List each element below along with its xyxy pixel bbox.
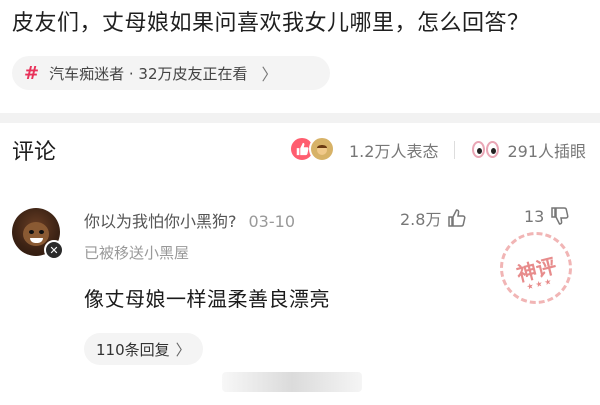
topic-label: 汽车痴迷者 · 32万皮友正在看: [49, 64, 248, 83]
thumbs-up-icon: [448, 209, 466, 227]
views-count: 291人插眼: [507, 142, 586, 161]
thumbs-down-icon: [551, 207, 569, 225]
chevron-right-icon: 〉: [261, 65, 278, 84]
comment-meta: 你以为我怕你小黑狗? 03-10: [84, 208, 295, 232]
section-divider: [0, 113, 600, 123]
comment-body: 像丈母娘一样温柔善良漂亮: [84, 287, 330, 311]
replies-button[interactable]: 110条回复 〉: [84, 333, 203, 365]
hashtag-icon: #: [24, 62, 40, 84]
blurred-watermark: [222, 372, 362, 392]
topic-chip[interactable]: # 汽车痴迷者 · 32万皮友正在看 〉: [12, 56, 330, 90]
replies-count: 110条回复: [96, 340, 170, 359]
separator: [454, 141, 456, 159]
banned-badge-icon: ✕: [44, 240, 64, 260]
like-count: 2.8万: [400, 210, 442, 229]
comments-title: 评论: [12, 140, 57, 165]
like-button[interactable]: 2.8万: [400, 206, 467, 230]
reaction-icons[interactable]: [289, 136, 343, 164]
dislike-count: 13: [524, 206, 545, 226]
top-comment-stamp: 神评 ★★★: [492, 224, 580, 312]
comment-reply-to: 你以为我怕你小黑狗?: [84, 212, 237, 231]
chevron-right-icon: 〉: [175, 340, 191, 359]
comment-date: 03-10: [248, 212, 296, 231]
avatar[interactable]: ✕: [12, 208, 64, 260]
question-title: 皮友们，丈母娘如果问喜欢我女儿哪里，怎么回答？: [12, 11, 530, 36]
dislike-button[interactable]: 13: [524, 206, 570, 226]
reactions-count: 1.2万人表态: [349, 142, 439, 161]
eyes-icon[interactable]: [471, 139, 501, 161]
comments-header: 评论 1.2万人表态 291人插眼: [12, 132, 592, 166]
face-reaction-icon: [309, 136, 335, 162]
comment-status: 已被移送小黑屋: [84, 244, 190, 262]
reactions-bar: 1.2万人表态 291人插眼: [289, 136, 586, 164]
